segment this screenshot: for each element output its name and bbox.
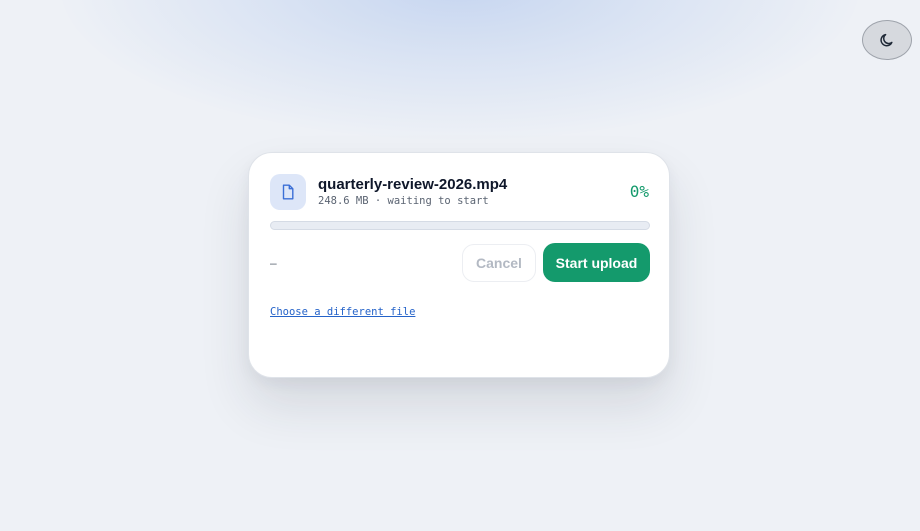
moon-icon bbox=[879, 32, 895, 48]
progress-bar bbox=[270, 221, 650, 230]
choose-different-file-link[interactable]: Choose a different file bbox=[270, 306, 415, 318]
start-upload-button[interactable]: Start upload bbox=[543, 243, 650, 282]
file-icon bbox=[270, 174, 306, 210]
upload-card: quarterly-review-2026.mp4 248.6 MB · wai… bbox=[248, 152, 670, 378]
upload-status: – bbox=[270, 256, 277, 270]
background-glow bbox=[60, 0, 860, 140]
progress-percent: 0% bbox=[629, 182, 649, 201]
cancel-button[interactable]: Cancel bbox=[462, 244, 536, 282]
file-name: quarterly-review-2026.mp4 bbox=[318, 176, 508, 193]
theme-toggle-button[interactable] bbox=[862, 20, 912, 60]
file-meta: 248.6 MB · waiting to start bbox=[318, 195, 489, 207]
